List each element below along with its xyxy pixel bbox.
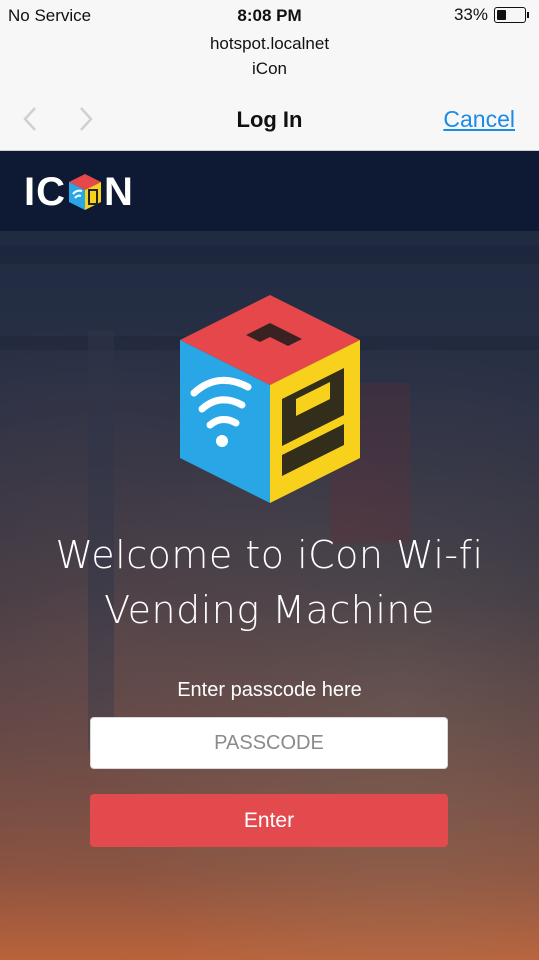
- portal-page: IC N Welcome to iCon Wi-fi Vending Machi…: [0, 151, 539, 960]
- cube-logo-icon: [69, 174, 101, 210]
- status-bar: No Service 8:08 PM 33%: [0, 0, 539, 30]
- passcode-label: Enter passcode here: [177, 679, 362, 701]
- network-name: iCon: [252, 59, 287, 78]
- battery-icon: [494, 7, 526, 23]
- battery-percent: 33%: [453, 5, 488, 24]
- cancel-button[interactable]: Cancel: [443, 106, 515, 133]
- icon-cube-logo: [180, 295, 360, 503]
- captive-portal-header: No Service 8:08 PM 33% hotspot.localnet …: [0, 0, 539, 151]
- welcome-heading-line-2: Vending Machine: [104, 588, 435, 632]
- enter-button[interactable]: Enter: [90, 794, 448, 847]
- portal-nav-bar: Log In Cancel: [0, 96, 539, 144]
- welcome-heading-line-1: Welcome to iCon Wi-fi: [55, 533, 484, 577]
- site-header: IC N: [0, 151, 539, 231]
- header-logo[interactable]: IC N: [24, 171, 134, 213]
- battery-indicator: 33%: [454, 5, 529, 25]
- portal-host: hotspot.localnet: [209, 34, 330, 53]
- passcode-input[interactable]: [90, 717, 448, 769]
